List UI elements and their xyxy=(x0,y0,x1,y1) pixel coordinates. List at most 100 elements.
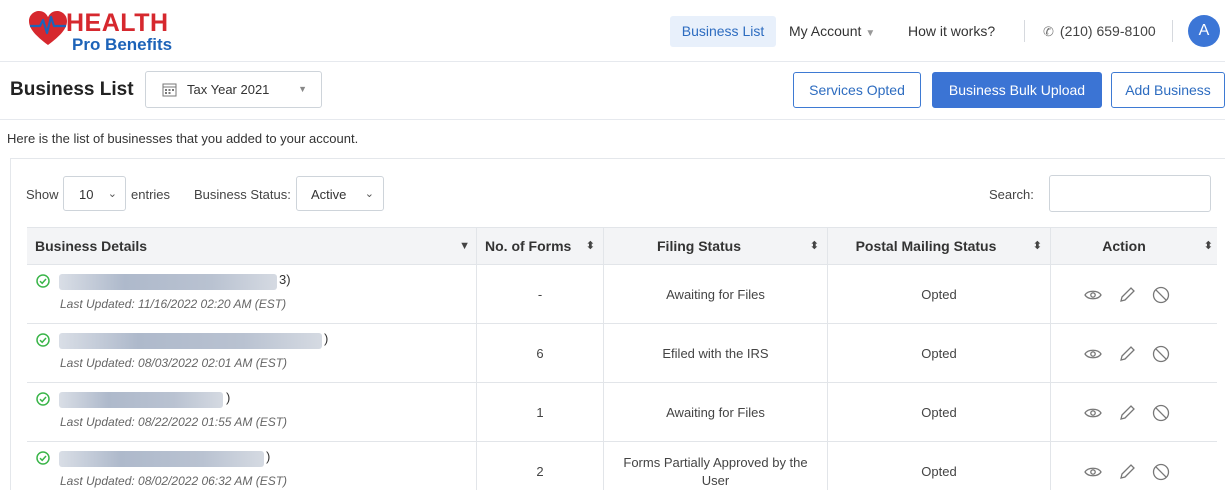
business-name-tail: ) xyxy=(266,449,271,464)
check-circle-icon xyxy=(36,274,50,288)
action-cell xyxy=(1051,442,1217,490)
search-label: Search: xyxy=(989,187,1034,202)
brand-logo[interactable]: HEALTH Pro Benefits xyxy=(22,7,202,55)
eye-icon[interactable] xyxy=(1083,403,1103,423)
intro-text: Here is the list of businesses that you … xyxy=(7,131,359,146)
forms-count-cell: 2 xyxy=(477,442,604,490)
column-filing-status[interactable]: Filing Status ⬍ xyxy=(604,228,828,266)
sort-icon: ⬍ xyxy=(809,240,819,252)
nav-divider xyxy=(1172,20,1173,42)
nav-my-account[interactable]: My Account ▼ xyxy=(789,16,875,47)
top-navbar: HEALTH Pro Benefits Business List My Acc… xyxy=(0,0,1225,62)
sort-icon: ⬍ xyxy=(585,240,595,252)
forms-count-cell: 1 xyxy=(477,383,604,442)
pencil-icon[interactable] xyxy=(1117,403,1137,423)
page-title: Business List xyxy=(10,79,134,100)
column-business-details[interactable]: Business Details ▼ xyxy=(27,228,477,266)
business-details-cell: ) Last Updated: 08/02/2022 06:32 AM (EST… xyxy=(27,442,477,490)
table-header: Business Details ▼ No. of Forms ⬍ Filing… xyxy=(27,227,1217,266)
eye-icon[interactable] xyxy=(1083,285,1103,305)
business-status-label: Business Status: xyxy=(194,187,291,202)
entries-select[interactable]: 10 ⌄ xyxy=(63,176,126,211)
search-input[interactable] xyxy=(1049,175,1211,212)
ban-icon[interactable] xyxy=(1151,462,1171,482)
row-actions xyxy=(1051,324,1217,383)
filing-status-cell: Forms Partially Approved by the User xyxy=(604,442,828,490)
brand-line-1: HEALTH xyxy=(66,9,169,37)
tax-year-select[interactable]: Tax Year 2021 ▼ xyxy=(145,71,322,108)
business-name-redacted[interactable] xyxy=(59,392,223,408)
entries-value: 10 xyxy=(79,187,94,202)
user-avatar[interactable]: A xyxy=(1188,15,1220,47)
check-circle-icon xyxy=(36,392,50,406)
sort-desc-icon: ▼ xyxy=(459,240,470,252)
action-cell xyxy=(1051,265,1217,324)
business-name-redacted[interactable] xyxy=(59,333,322,349)
postal-status-cell: Opted xyxy=(828,324,1051,383)
table-row[interactable]: ) Last Updated: 08/02/2022 06:32 AM (EST… xyxy=(27,442,1217,490)
calendar-icon xyxy=(162,83,177,97)
add-business-button[interactable]: Add Business xyxy=(1111,72,1225,108)
ban-icon[interactable] xyxy=(1151,344,1171,364)
postal-status-cell: Opted xyxy=(828,383,1051,442)
brand-line-2: Pro Benefits xyxy=(72,35,173,54)
table-row[interactable]: ) Last Updated: 08/22/2022 01:55 AM (EST… xyxy=(27,383,1217,442)
last-updated: Last Updated: 08/03/2022 02:01 AM (EST) xyxy=(60,356,288,370)
heart-pulse-icon xyxy=(29,11,67,45)
business-bulk-upload-button[interactable]: Business Bulk Upload xyxy=(932,72,1102,108)
header-divider xyxy=(0,119,1225,120)
filing-status-cell: Efiled with the IRS xyxy=(604,324,828,383)
column-postal-mailing-status[interactable]: Postal Mailing Status ⬍ xyxy=(828,228,1051,266)
sort-icon: ⬍ xyxy=(1203,240,1213,252)
business-name-tail: ) xyxy=(226,390,231,405)
sort-icon: ⬍ xyxy=(1032,240,1042,252)
pencil-icon[interactable] xyxy=(1117,462,1137,482)
nav-phone[interactable]: ✆ (210) 659-8100 xyxy=(1043,16,1156,47)
tax-year-value: Tax Year 2021 xyxy=(187,82,270,97)
show-label: Show xyxy=(26,187,59,202)
business-name-redacted[interactable] xyxy=(59,451,264,467)
row-actions xyxy=(1051,265,1217,324)
business-name-redacted[interactable] xyxy=(59,274,277,290)
table-row[interactable]: 3) Last Updated: 11/16/2022 02:20 AM (ES… xyxy=(27,265,1217,324)
column-label: Action xyxy=(1102,238,1146,254)
check-circle-icon xyxy=(36,333,50,347)
column-label: Postal Mailing Status xyxy=(855,238,997,254)
nav-my-account-label: My Account xyxy=(789,23,862,39)
nav-business-list[interactable]: Business List xyxy=(670,16,776,47)
column-no-of-forms[interactable]: No. of Forms ⬍ xyxy=(477,228,604,266)
nav-how-it-works[interactable]: How it works? xyxy=(908,16,995,47)
filing-status-cell: Awaiting for Files xyxy=(604,265,828,324)
business-status-value: Active xyxy=(311,187,347,202)
ban-icon[interactable] xyxy=(1151,403,1171,423)
phone-number: (210) 659-8100 xyxy=(1059,23,1156,39)
services-opted-button[interactable]: Services Opted xyxy=(793,72,921,108)
nav-divider xyxy=(1024,20,1025,42)
last-updated: Last Updated: 08/22/2022 01:55 AM (EST) xyxy=(60,415,288,429)
last-updated: Last Updated: 11/16/2022 02:20 AM (EST) xyxy=(60,297,287,311)
column-label: No. of Forms xyxy=(485,238,572,254)
eye-icon[interactable] xyxy=(1083,344,1103,364)
chevron-down-icon: ▼ xyxy=(298,84,307,94)
row-actions xyxy=(1051,442,1217,490)
last-updated: Last Updated: 08/02/2022 06:32 AM (EST) xyxy=(60,474,288,488)
action-cell xyxy=(1051,383,1217,442)
column-label: Filing Status xyxy=(657,238,741,254)
pencil-icon[interactable] xyxy=(1117,344,1137,364)
pencil-icon[interactable] xyxy=(1117,285,1137,305)
column-action[interactable]: Action ⬍ xyxy=(1051,228,1217,266)
chevron-down-icon: ⌄ xyxy=(364,188,374,200)
forms-count-cell: 6 xyxy=(477,324,604,383)
business-status-select[interactable]: Active ⌄ xyxy=(296,176,384,211)
postal-status-cell: Opted xyxy=(828,442,1051,490)
business-name-tail: 3) xyxy=(279,272,291,287)
postal-status-cell: Opted xyxy=(828,265,1051,324)
ban-icon[interactable] xyxy=(1151,285,1171,305)
caret-down-icon: ▼ xyxy=(865,28,876,39)
table-row[interactable]: ) Last Updated: 08/03/2022 02:01 AM (EST… xyxy=(27,324,1217,383)
chevron-down-icon: ⌄ xyxy=(107,188,117,200)
eye-icon[interactable] xyxy=(1083,462,1103,482)
filing-status-cell: Awaiting for Files xyxy=(604,383,828,442)
entries-label: entries xyxy=(131,187,171,202)
business-details-cell: ) Last Updated: 08/22/2022 01:55 AM (EST… xyxy=(27,383,477,442)
